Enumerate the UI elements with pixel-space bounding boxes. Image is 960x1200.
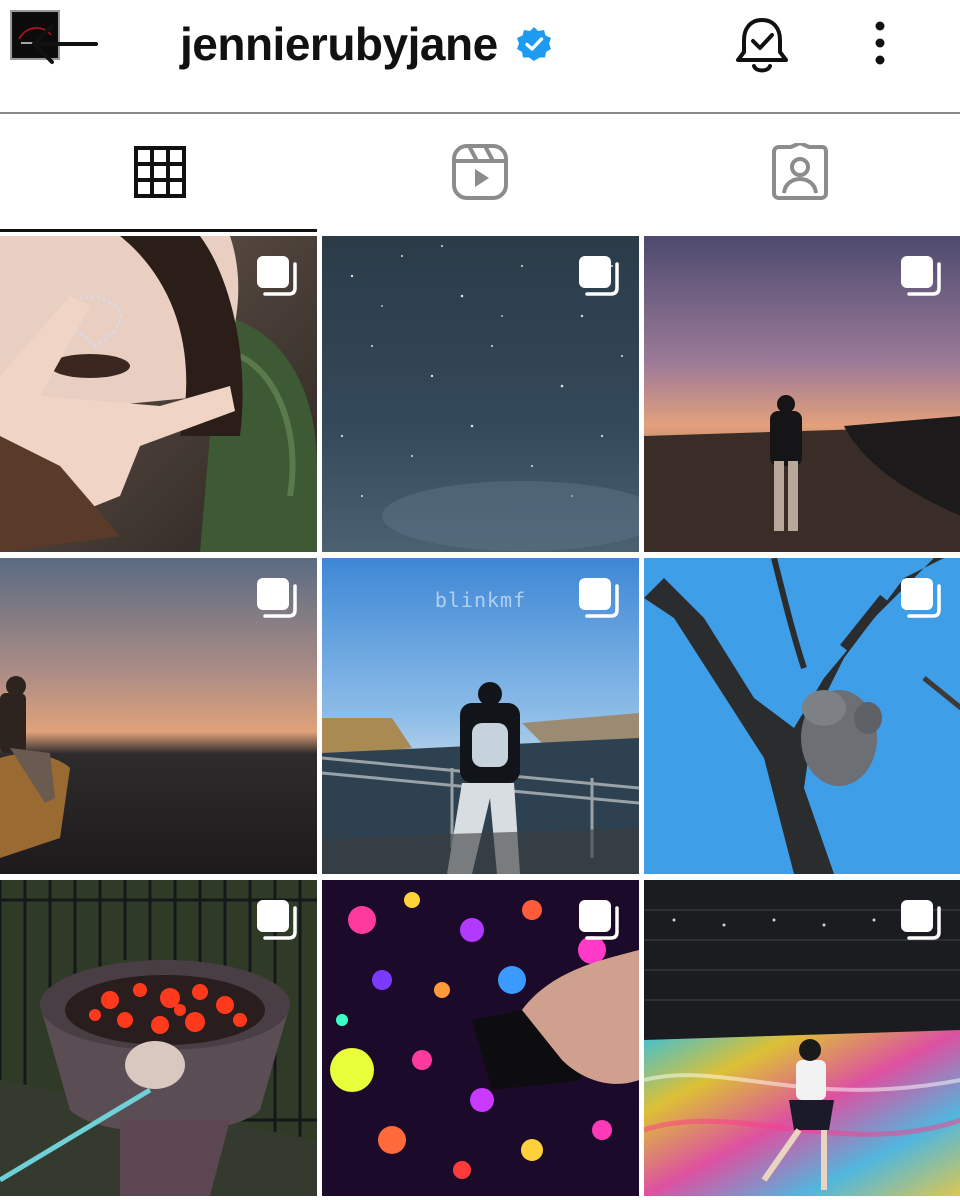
grid-icon xyxy=(134,146,186,198)
more-vertical-icon xyxy=(875,21,885,65)
multiple-photos-icon xyxy=(579,578,619,618)
multiple-photos-icon xyxy=(257,256,297,296)
post-tile[interactable] xyxy=(322,880,639,1196)
back-button[interactable] xyxy=(24,18,104,74)
tab-reels[interactable] xyxy=(320,114,640,230)
verified-badge-icon xyxy=(516,27,551,61)
profile-username: jennierubyjane xyxy=(180,14,552,74)
profile-header: jennierubyjane xyxy=(0,0,960,112)
post-tile[interactable] xyxy=(322,236,639,552)
multiple-photos-icon xyxy=(257,900,297,940)
post-tile[interactable] xyxy=(644,880,960,1196)
multiple-photos-icon xyxy=(901,578,941,618)
tagged-person-icon xyxy=(772,143,828,200)
profile-tabs xyxy=(0,114,960,234)
reels-icon xyxy=(452,144,508,200)
posts-grid: blinkmf xyxy=(0,236,960,1200)
multiple-photos-icon xyxy=(579,256,619,296)
post-tile[interactable] xyxy=(644,236,960,552)
multiple-photos-icon xyxy=(579,900,619,940)
multiple-photos-icon xyxy=(901,900,941,940)
post-tile[interactable] xyxy=(644,558,960,874)
tab-posts-grid[interactable] xyxy=(0,114,320,230)
tab-tagged[interactable] xyxy=(640,114,960,230)
active-tab-indicator xyxy=(0,229,317,232)
multiple-photos-icon xyxy=(901,256,941,296)
post-tile[interactable]: blinkmf xyxy=(322,558,639,874)
post-tile[interactable] xyxy=(0,236,317,552)
notifications-bell-button[interactable] xyxy=(730,12,794,76)
arrow-left-icon xyxy=(32,24,98,64)
more-options-button[interactable] xyxy=(860,16,900,72)
multiple-photos-icon xyxy=(257,578,297,618)
post-tile[interactable] xyxy=(0,880,317,1196)
username-text: jennierubyjane xyxy=(180,18,498,70)
bell-check-icon xyxy=(736,18,788,73)
post-tile[interactable] xyxy=(0,558,317,874)
